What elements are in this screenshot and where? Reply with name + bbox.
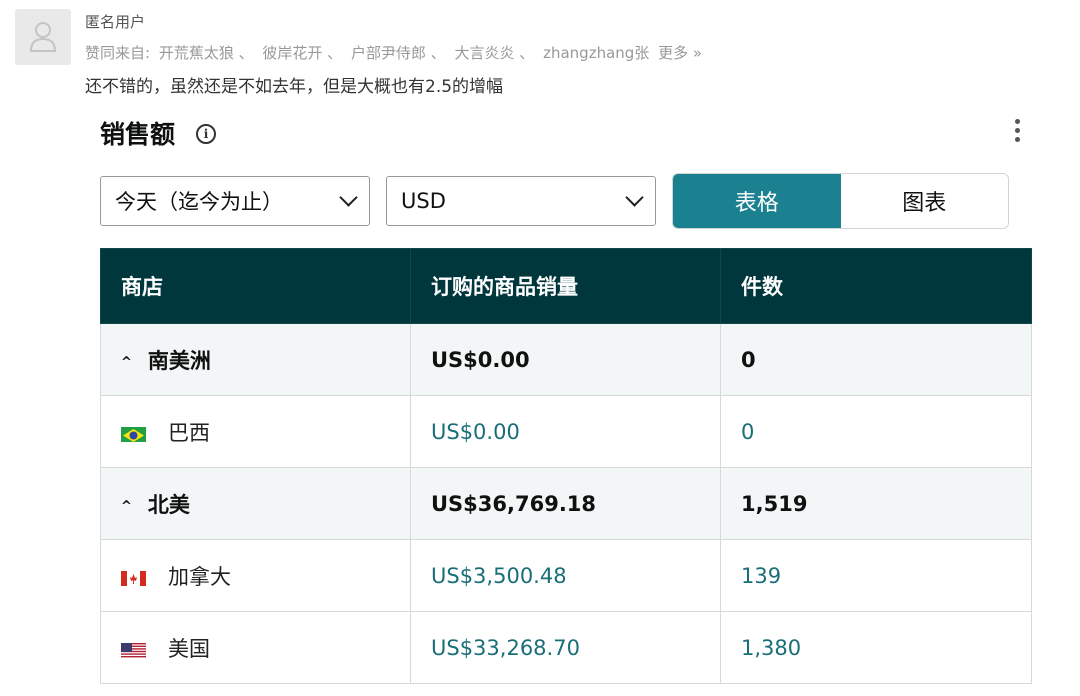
column-header-units[interactable]: 件数 xyxy=(720,248,1032,324)
kebab-menu-icon[interactable] xyxy=(1012,119,1022,145)
store-cell: ^ 北美 xyxy=(100,467,411,540)
sales-table: 商店 订购的商品销量 件数 ^ 南美洲 US$0.00 0 巴西 US$0.00 … xyxy=(100,248,1032,684)
chart-view-button[interactable]: 图表 xyxy=(840,174,1008,228)
likes-line: 赞同来自: 开荒蕉太狼 、 彼岸花开 、 户部尹侍郎 、 大言炎炎 、 zhan… xyxy=(85,42,706,63)
info-icon[interactable]: i xyxy=(196,124,216,144)
user-placeholder-icon xyxy=(29,22,57,52)
table-row-country[interactable]: 巴西 US$0.00 0 xyxy=(100,395,1032,468)
liker-link[interactable]: 彼岸花开 、 xyxy=(262,44,342,62)
sales-cell: US$0.00 xyxy=(410,395,721,468)
chevron-down-icon xyxy=(625,187,644,207)
store-name: 北美 xyxy=(147,492,190,517)
sales-cell: US$36,769.18 xyxy=(410,467,721,540)
table-row-region[interactable]: ^ 南美洲 US$0.00 0 xyxy=(100,323,1032,396)
liker-link[interactable]: 开荒蕉太狼 、 xyxy=(159,44,254,62)
store-cell: 巴西 xyxy=(100,395,411,468)
avatar[interactable] xyxy=(15,9,71,65)
units-cell: 0 xyxy=(720,395,1032,468)
canada-flag-icon xyxy=(121,569,146,586)
table-header-row: 商店 订购的商品销量 件数 xyxy=(100,248,1032,324)
store-cell: 加拿大 xyxy=(100,539,411,612)
units-cell: 1,519 xyxy=(720,467,1032,540)
column-header-sales[interactable]: 订购的商品销量 xyxy=(410,248,721,324)
collapse-caret-icon[interactable]: ^ xyxy=(121,355,132,370)
store-cell: 美国 xyxy=(100,611,411,684)
table-row-region[interactable]: ^ 北美 US$36,769.18 1,519 xyxy=(100,467,1032,540)
table-view-button[interactable]: 表格 xyxy=(673,174,841,228)
sales-cell: US$0.00 xyxy=(410,323,721,396)
table-row-country[interactable]: 美国 US$33,268.70 1,380 xyxy=(100,611,1032,684)
store-name: 巴西 xyxy=(168,420,210,445)
currency-select[interactable]: USD xyxy=(386,176,656,226)
store-name: 美国 xyxy=(168,636,210,661)
liker-link[interactable]: zhangzhang张 xyxy=(543,44,649,62)
store-name: 南美洲 xyxy=(147,348,211,373)
column-header-store[interactable]: 商店 xyxy=(100,248,411,324)
likes-prefix: 赞同来自: xyxy=(85,44,151,62)
units-cell: 0 xyxy=(720,323,1032,396)
widget-title: 销售额 xyxy=(100,120,176,149)
store-name: 加拿大 xyxy=(168,564,231,589)
brazil-flag-icon xyxy=(121,425,146,442)
sales-cell: US$3,500.48 xyxy=(410,539,721,612)
username[interactable]: 匿名用户 xyxy=(85,11,145,32)
units-cell: 139 xyxy=(720,539,1032,612)
more-likers-link[interactable]: 更多 » xyxy=(658,44,702,62)
date-range-select[interactable]: 今天（迄今为止） xyxy=(100,176,370,226)
chevron-down-icon xyxy=(339,187,358,207)
liker-link[interactable]: 大言炎炎 、 xyxy=(455,44,535,62)
currency-value: USD xyxy=(401,189,446,213)
view-toggle: 表格 图表 xyxy=(672,173,1009,229)
usa-flag-icon xyxy=(121,641,146,658)
date-range-value: 今天（迄今为止） xyxy=(115,190,283,214)
comment-text: 还不错的，虽然还是不如去年，但是大概也有2.5的增幅 xyxy=(85,77,504,97)
sales-cell: US$33,268.70 xyxy=(410,611,721,684)
store-cell: ^ 南美洲 xyxy=(100,323,411,396)
table-row-country[interactable]: 加拿大 US$3,500.48 139 xyxy=(100,539,1032,612)
liker-link[interactable]: 户部尹侍郎 、 xyxy=(351,44,446,62)
collapse-caret-icon[interactable]: ^ xyxy=(121,499,132,514)
units-cell: 1,380 xyxy=(720,611,1032,684)
